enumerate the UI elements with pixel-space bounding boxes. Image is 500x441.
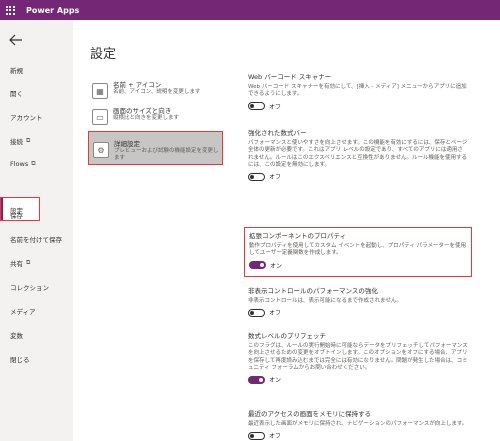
category-subtitle: 名前、アイコン、説明を変更します	[113, 89, 201, 95]
toggle-state-label: オフ	[269, 103, 282, 111]
back-arrow-icon[interactable]	[8, 32, 24, 48]
category-title: 名前 + アイコン	[113, 81, 162, 89]
setting-formula-prefetch: 数式レベルのプリフェッチ このフラグは、ルールの実行開始時に可能ならデータをプリ…	[248, 332, 468, 384]
page-title: 設定	[90, 47, 117, 62]
category-title: 詳細設定	[114, 140, 140, 148]
setting-title: 非表示コントロールのパフォーマンスの強化	[248, 287, 378, 295]
toggle-state-label: オフ	[269, 433, 282, 441]
sidebar-item-connections[interactable]: 接続 ⧉	[10, 136, 30, 146]
sidebar-item-label: 変数	[10, 332, 23, 340]
toggle-state-label: オン	[269, 377, 282, 385]
setting-title: 拡張コンポーネントのプロパティ	[249, 232, 347, 240]
toggle-switch[interactable]	[249, 261, 266, 270]
active-indicator	[1, 198, 3, 220]
sidebar-item-label: アカウント	[10, 114, 43, 122]
setting-description: このフラグは、ルールの実行開始時に可能ならデータをプリフェッチしてパフォーマンス…	[248, 343, 468, 371]
setting-description: Web バーコード スキャナーを有効にして、[挿入 - メディア] メニューから…	[248, 84, 467, 98]
setting-enhanced-component-props: 拡張コンポーネントのプロパティ 動作プロパティを使用してカスタム イベントを起動…	[244, 227, 472, 277]
app-icon: ▦	[92, 83, 108, 99]
setting-title: Web バーコード スキャナー	[248, 73, 332, 81]
sidebar-item-label: メディア	[10, 308, 36, 316]
toggle-state-label: オフ	[269, 174, 282, 182]
sidebar-item-share[interactable]: 共有 ⧉	[10, 258, 30, 268]
setting-description: 動作プロパティを使用してカスタム イベントを起動し、プロパティ パラメーターを使…	[249, 243, 467, 257]
sidebar-item-save-as[interactable]: 名前を付けて保存	[10, 234, 62, 244]
category-screen-size[interactable]: ▭ 画面のサイズと向き 縦横比と向きを変更します	[88, 99, 223, 135]
sidebar-item-media[interactable]: メディア	[10, 306, 36, 316]
sidebar-item-new[interactable]: 新規	[10, 65, 23, 75]
toggle-switch[interactable]	[248, 102, 265, 111]
sidebar-item-label: 保存	[10, 212, 23, 220]
waffle-icon[interactable]	[0, 0, 20, 20]
sidebar-item-label: 接続	[10, 138, 23, 146]
sidebar-item-flows[interactable]: Flows ⧉	[10, 160, 36, 168]
setting-hidden-controls-performance: 非表示コントロールのパフォーマンスの強化 非表示コントロールは、表示可能になるま…	[248, 287, 468, 317]
setting-enhanced-formula-bar: 強化された数式バー パフォーマンスと使いやすさを向上させます。この機能を有効にす…	[248, 129, 468, 181]
setting-description: パフォーマンスと使いやすさを向上させます。この機能を有効にするには、保存とページ…	[248, 140, 468, 168]
setting-web-barcode: Web バーコード スキャナー Web バーコード スキャナーを有効にして、[挿…	[248, 73, 468, 111]
toggle-switch[interactable]	[248, 172, 265, 181]
external-link-icon: ⧉	[26, 137, 31, 144]
sidebar-item-label: 新規	[10, 67, 23, 75]
sidebar-item-account[interactable]: アカウント	[10, 112, 43, 122]
sidebar-item-label: 開く	[10, 90, 23, 98]
sidebar-item-label: Flows	[10, 160, 29, 168]
category-subtitle: 縦横比と向きを変更します	[113, 115, 180, 121]
toggle-state-label: オフ	[269, 310, 282, 318]
external-link-icon: ⧉	[31, 160, 36, 167]
sidebar-item-collections[interactable]: コレクション	[10, 282, 49, 292]
sidebar-item-save[interactable]: 保存	[10, 210, 23, 220]
toggle-switch[interactable]	[248, 375, 265, 384]
sidebar-item-label: コレクション	[10, 284, 49, 292]
toggle-switch[interactable]	[248, 308, 265, 317]
app-header: Power Apps	[0, 0, 500, 20]
backstage-sidebar: 新規 開く アカウント 接続 ⧉ Flows ⧉ 設定 保存 名前を付けて保存 共有…	[0, 20, 73, 441]
setting-title: 最近のアクセスの画面をメモリに保持する	[248, 410, 372, 418]
setting-description: 非表示コントロールは、表示可能になるまで作成されません。	[248, 298, 402, 304]
sidebar-item-label: 名前を付けて保存	[10, 236, 62, 244]
setting-keep-screens-in-memory: 最近のアクセスの画面をメモリに保持する 最近表示した画面がメモリに保持され、ナビ…	[248, 410, 468, 440]
category-subtitle: プレビューおよび試験の機能設定を変更します	[114, 148, 219, 161]
sidebar-item-label: 共有	[10, 260, 23, 268]
setting-title: 強化された数式バー	[248, 129, 307, 137]
setting-description: 最近表示した画面がメモリに保持され、ナビゲーションのパフォーマンスが向上します。	[248, 421, 468, 427]
settings-page: 設定 ▦ 名前 + アイコン 名前、アイコン、説明を変更します ▭ 画面のサイズ…	[73, 20, 500, 441]
sidebar-item-label: 閉じる	[10, 356, 30, 364]
toggle-state-label: オン	[270, 262, 283, 270]
category-advanced[interactable]: ⚙ 詳細設定 プレビューおよび試験の機能設定を変更します	[88, 131, 223, 165]
external-link-icon: ⧉	[26, 259, 31, 266]
gear-icon: ⚙	[93, 142, 109, 158]
sidebar-item-close[interactable]: 閉じる	[10, 354, 30, 364]
app-title: Power Apps	[26, 5, 80, 15]
sidebar-item-variables[interactable]: 変数	[10, 330, 23, 340]
category-title: 画面のサイズと向き	[113, 107, 172, 115]
screen-size-icon: ▭	[92, 109, 108, 125]
setting-title: 数式レベルのプリフェッチ	[248, 332, 326, 340]
sidebar-item-open[interactable]: 開く	[10, 88, 23, 98]
toggle-switch[interactable]	[248, 431, 265, 440]
